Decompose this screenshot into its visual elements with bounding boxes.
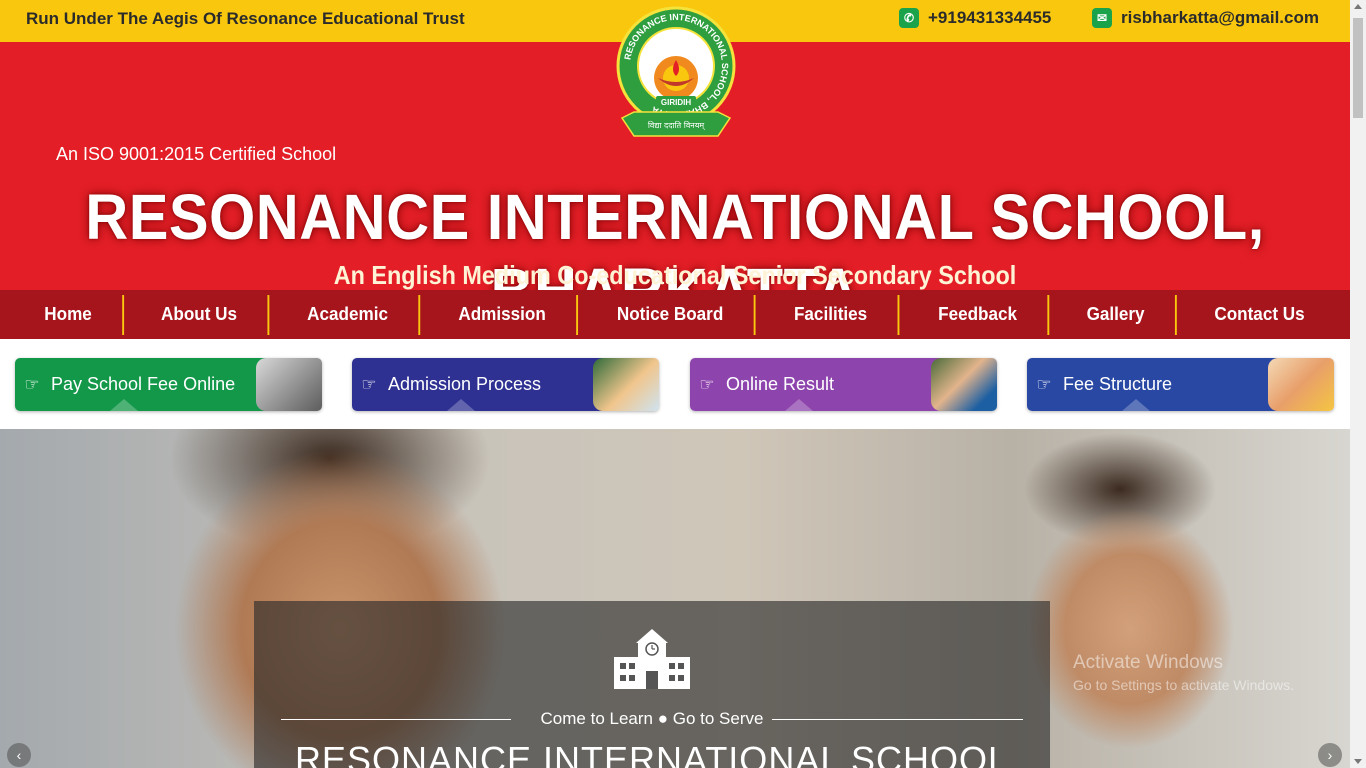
phone-number[interactable]: +919431334455 (928, 8, 1051, 28)
nav-feedback[interactable]: Feedback (907, 294, 1049, 335)
school-tagline: An English Medium Co-educational Senior … (333, 260, 1017, 290)
bullet-icon: ● (657, 709, 668, 728)
quick-link-thumbnail (1268, 358, 1334, 411)
slider-prev-button[interactable]: ‹ (7, 743, 31, 767)
pointing-hand-icon: ☞ (361, 374, 377, 394)
scroll-down-arrow-icon[interactable] (1354, 759, 1362, 764)
decorative-notch (785, 399, 813, 411)
decorative-notch (1122, 399, 1150, 411)
nav-contact-us[interactable]: Contact Us (1184, 295, 1335, 335)
nav-notice-board[interactable]: Notice Board (587, 294, 757, 335)
scroll-thumb[interactable] (1353, 18, 1363, 118)
school-building-icon (614, 629, 690, 689)
school-logo[interactable]: RESONANCE INTERNATIONAL SCHOOL, BHARKATT… (614, 4, 738, 140)
hero-slider: Come to Learn ● Go to Serve RESONANCE IN… (0, 429, 1350, 768)
activation-watermark-title: Activate Windows (1073, 652, 1223, 673)
phone-icon: ✆ (899, 8, 919, 28)
activation-watermark-text: Go to Settings to activate Windows. (1073, 677, 1294, 693)
quick-link-thumbnail (931, 358, 997, 411)
logo-place: GIRIDIH (661, 98, 691, 107)
email-contact[interactable]: ✉ risbharkatta@gmail.com (1092, 8, 1319, 28)
envelope-icon: ✉ (1092, 8, 1112, 28)
quick-link-label: ☞ Admission Process (352, 358, 603, 411)
hero-motto: Come to Learn ● Go to Serve (540, 709, 764, 728)
admission-process-button[interactable]: ☞ Admission Process (352, 358, 659, 411)
main-nav: Home About Us Academic Admission Notice … (0, 290, 1350, 339)
pointing-hand-icon: ☞ (24, 374, 40, 394)
decorative-notch (447, 399, 475, 411)
iso-certification: An ISO 9001:2015 Certified School (56, 144, 337, 164)
slider-next-button[interactable]: › (1318, 743, 1342, 767)
decorative-notch (110, 399, 138, 411)
hero-caption: Come to Learn ● Go to Serve RESONANCE IN… (254, 601, 1050, 768)
quick-link-label: ☞ Fee Structure (1027, 358, 1278, 411)
page-scrollbar[interactable] (1350, 0, 1366, 768)
nav-facilities[interactable]: Facilities (764, 294, 900, 335)
scroll-up-arrow-icon[interactable] (1354, 4, 1362, 9)
aegis-text: Run Under The Aegis Of Resonance Educati… (26, 9, 465, 28)
logo-motto: विद्या ददाति विनयम् (648, 120, 706, 131)
online-result-button[interactable]: ☞ Online Result (690, 358, 997, 411)
quick-link-label: ☞ Pay School Fee Online (15, 358, 266, 411)
nav-academic[interactable]: Academic (277, 294, 421, 335)
nav-about-us[interactable]: About Us (131, 294, 270, 335)
nav-admission[interactable]: Admission (428, 294, 579, 335)
nav-gallery[interactable]: Gallery (1056, 294, 1177, 335)
quick-link-thumbnail (593, 358, 659, 411)
nav-home[interactable]: Home (14, 294, 125, 335)
quick-link-thumbnail (256, 358, 322, 411)
pointing-hand-icon: ☞ (699, 374, 715, 394)
hero-title: RESONANCE INTERNATIONAL SCHOOL (294, 739, 1010, 768)
phone-contact[interactable]: ✆ +919431334455 (899, 8, 1051, 28)
email-address[interactable]: risbharkatta@gmail.com (1121, 8, 1319, 28)
quick-link-label: ☞ Online Result (690, 358, 941, 411)
pointing-hand-icon: ☞ (1036, 374, 1052, 394)
pay-fee-online-button[interactable]: ☞ Pay School Fee Online (15, 358, 322, 411)
fee-structure-button[interactable]: ☞ Fee Structure (1027, 358, 1334, 411)
